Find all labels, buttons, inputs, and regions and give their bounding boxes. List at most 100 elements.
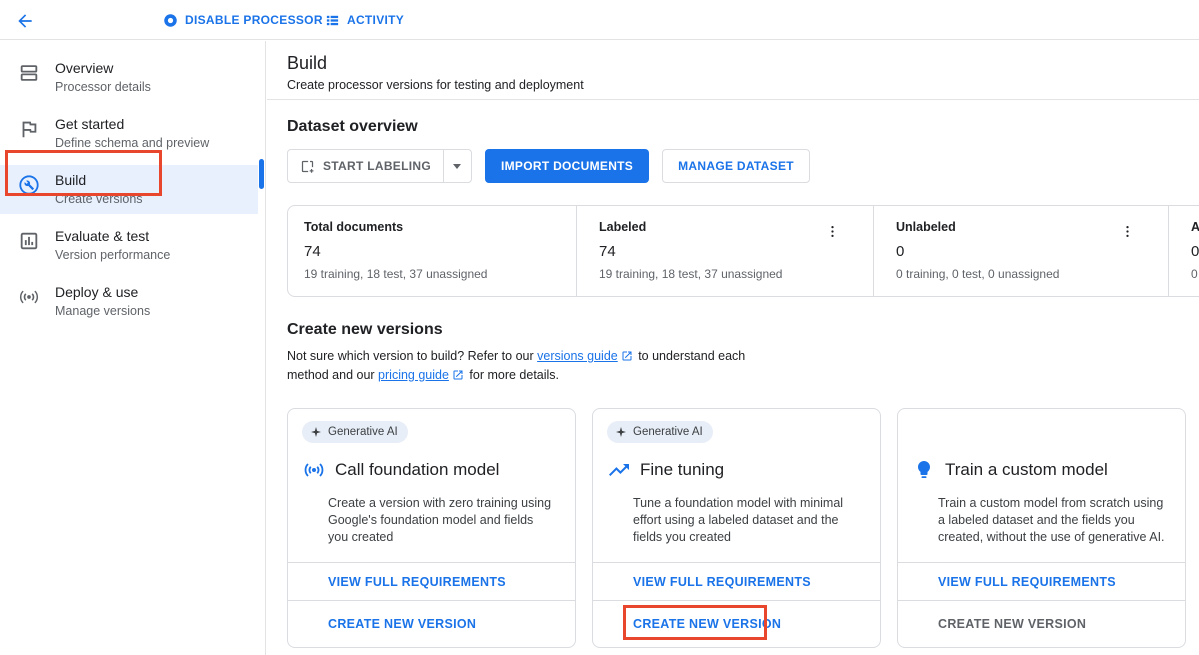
sidebar-item-get-started[interactable]: Get started Define schema and preview bbox=[0, 109, 258, 158]
chevron-down-icon bbox=[453, 164, 461, 169]
view-full-requirements-link[interactable]: VIEW FULL REQUIREMENTS bbox=[898, 562, 1185, 600]
overview-icon bbox=[18, 62, 40, 84]
card-title: Call foundation model bbox=[335, 460, 499, 480]
back-button[interactable] bbox=[12, 8, 38, 34]
kebab-menu-icon bbox=[1120, 224, 1135, 239]
view-full-requirements-link[interactable]: VIEW FULL REQUIREMENTS bbox=[288, 562, 575, 600]
sidebar-item-sublabel: Processor details bbox=[55, 79, 151, 96]
sidebar-item-label: Build bbox=[55, 171, 143, 190]
create-new-version-link-disabled: CREATE NEW VERSION bbox=[898, 600, 1185, 647]
sidebar-item-label: Deploy & use bbox=[55, 283, 150, 302]
lightbulb-icon bbox=[912, 458, 936, 482]
sidebar-item-build[interactable]: Build Create versions bbox=[0, 165, 258, 214]
disable-processor-label: DISABLE PROCESSOR bbox=[185, 13, 323, 27]
topbar: DISABLE PROCESSOR ACTIVITY bbox=[0, 0, 1199, 40]
sidebar-item-text: Get started Define schema and preview bbox=[55, 115, 209, 152]
stat-labeled: Labeled 74 19 training, 18 test, 37 unas… bbox=[576, 206, 873, 296]
stat-sub: 19 training, 18 test, 37 unassigned bbox=[304, 267, 576, 281]
stat-label: Aut bbox=[1191, 220, 1199, 234]
activity-button[interactable]: ACTIVITY bbox=[325, 0, 404, 40]
labeled-menu-button[interactable] bbox=[823, 222, 841, 240]
sidebar-item-sublabel: Version performance bbox=[55, 247, 170, 264]
page-subtitle: Create processor versions for testing an… bbox=[287, 78, 1199, 92]
flag-icon bbox=[18, 118, 40, 140]
header-divider bbox=[267, 99, 1199, 100]
card-call-foundation-model: Generative AI Call foundation model Crea… bbox=[287, 408, 576, 648]
versions-guide-link[interactable]: versions guide bbox=[537, 349, 618, 363]
activity-label: ACTIVITY bbox=[347, 13, 404, 27]
create-new-version-link[interactable]: CREATE NEW VERSION bbox=[593, 600, 880, 647]
sidebar-item-text: Evaluate & test Version performance bbox=[55, 227, 170, 264]
documentai-build-page: DISABLE PROCESSOR ACTIVITY Overview Proc… bbox=[0, 0, 1199, 655]
create-new-versions-heading: Create new versions bbox=[287, 321, 443, 339]
sidebar-item-text: Build Create versions bbox=[55, 171, 143, 208]
card-description: Train a custom model from scratch using … bbox=[938, 495, 1165, 546]
stat-value: 0 bbox=[1191, 243, 1199, 260]
stat-sub: 0 training, 0 test, 0 unassigned bbox=[896, 267, 1168, 281]
import-documents-button[interactable]: IMPORT DOCUMENTS bbox=[485, 149, 649, 183]
sidebar-nav: Overview Processor details Get started D… bbox=[0, 41, 266, 655]
sidebar-item-label: Overview bbox=[55, 59, 151, 78]
label-square-icon bbox=[300, 159, 315, 174]
start-labeling-label: START LABELING bbox=[323, 159, 431, 173]
sidebar-item-sublabel: Define schema and preview bbox=[55, 135, 209, 152]
stat-sub: 0 tra bbox=[1191, 267, 1199, 281]
stat-auto-labeled-clipped: Aut 0 0 tra bbox=[1168, 206, 1199, 296]
view-full-requirements-link[interactable]: VIEW FULL REQUIREMENTS bbox=[593, 562, 880, 600]
sidebar-item-deploy-use[interactable]: Deploy & use Manage versions bbox=[0, 277, 258, 326]
sparkle-icon bbox=[615, 426, 627, 438]
disable-circle-icon bbox=[163, 13, 178, 28]
sidebar-item-evaluate-test[interactable]: Evaluate & test Version performance bbox=[0, 221, 258, 270]
badge-row bbox=[912, 421, 1169, 443]
create-new-version-link[interactable]: CREATE NEW VERSION bbox=[288, 600, 575, 647]
stat-sub: 19 training, 18 test, 37 unassigned bbox=[599, 267, 873, 281]
external-link-icon bbox=[452, 369, 464, 381]
sidebar-item-overview[interactable]: Overview Processor details bbox=[0, 53, 258, 102]
sidebar-item-text: Deploy & use Manage versions bbox=[55, 283, 150, 320]
card-links: VIEW FULL REQUIREMENTS CREATE NEW VERSIO… bbox=[593, 562, 880, 647]
activity-list-icon bbox=[325, 13, 340, 28]
sparkle-icon bbox=[310, 426, 322, 438]
arrow-back-icon bbox=[15, 11, 35, 31]
disable-processor-button[interactable]: DISABLE PROCESSOR bbox=[163, 0, 323, 40]
unlabeled-menu-button[interactable] bbox=[1118, 222, 1136, 240]
sidebar-item-text: Overview Processor details bbox=[55, 59, 151, 96]
badge-label: Generative AI bbox=[633, 426, 703, 438]
card-links: VIEW FULL REQUIREMENTS CREATE NEW VERSIO… bbox=[288, 562, 575, 647]
main-content: Build Create processor versions for test… bbox=[267, 41, 1199, 655]
card-title-row: Call foundation model bbox=[302, 458, 559, 482]
stat-value: 0 bbox=[896, 243, 1168, 260]
badge-label: Generative AI bbox=[328, 426, 398, 438]
pricing-guide-link[interactable]: pricing guide bbox=[378, 368, 449, 382]
card-title-row: Fine tuning bbox=[607, 458, 864, 482]
card-train-custom-model: Train a custom model Train a custom mode… bbox=[897, 408, 1186, 648]
stat-value: 74 bbox=[599, 243, 873, 260]
sidebar-item-label: Evaluate & test bbox=[55, 227, 170, 246]
sidebar-scrollbar-thumb[interactable] bbox=[259, 159, 264, 189]
dataset-actions: START LABELING IMPORT DOCUMENTS MANAGE D… bbox=[287, 149, 810, 183]
start-labeling-split-button: START LABELING bbox=[287, 149, 472, 183]
build-circle-icon bbox=[18, 174, 40, 196]
stat-label: Total documents bbox=[304, 220, 576, 234]
start-labeling-dropdown[interactable] bbox=[443, 150, 471, 182]
external-link-icon bbox=[621, 350, 633, 362]
generative-ai-badge: Generative AI bbox=[302, 421, 408, 443]
stat-value: 74 bbox=[304, 243, 576, 260]
card-title-row: Train a custom model bbox=[912, 458, 1169, 482]
versions-intro-text: Not sure which version to build? Refer t… bbox=[287, 347, 779, 385]
broadcast-icon bbox=[18, 286, 40, 308]
badge-row: Generative AI bbox=[302, 421, 559, 443]
card-description: Tune a foundation model with minimal eff… bbox=[633, 495, 860, 546]
manage-dataset-button[interactable]: MANAGE DATASET bbox=[662, 149, 810, 183]
page-title: Build bbox=[287, 53, 1199, 74]
dataset-stats-card: Total documents 74 19 training, 18 test,… bbox=[287, 205, 1199, 297]
card-links: VIEW FULL REQUIREMENTS CREATE NEW VERSIO… bbox=[898, 562, 1185, 647]
chart-icon bbox=[18, 230, 40, 252]
card-title: Fine tuning bbox=[640, 460, 724, 480]
stat-unlabeled: Unlabeled 0 0 training, 0 test, 0 unassi… bbox=[873, 206, 1168, 296]
intro-text-3: for more details. bbox=[466, 368, 559, 382]
card-title: Train a custom model bbox=[945, 460, 1108, 480]
trending-up-icon bbox=[607, 458, 631, 482]
start-labeling-button[interactable]: START LABELING bbox=[288, 150, 443, 182]
sidebar-item-label: Get started bbox=[55, 115, 209, 134]
